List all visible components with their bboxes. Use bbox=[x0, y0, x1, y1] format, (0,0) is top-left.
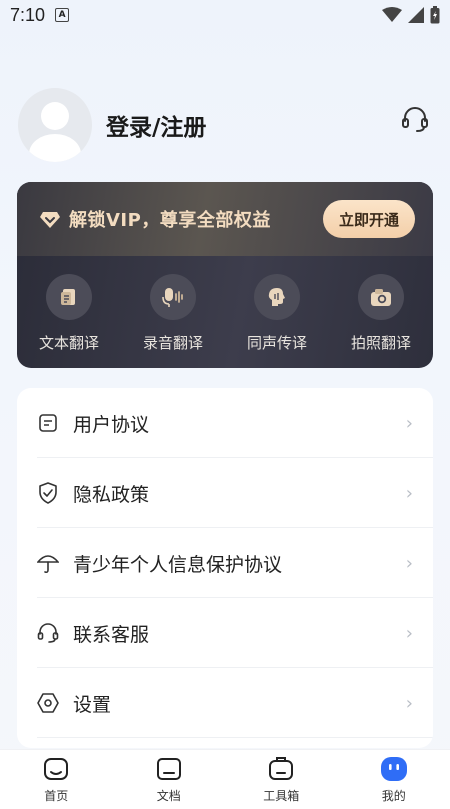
diamond-icon bbox=[40, 212, 60, 228]
feature-photo-translate[interactable]: 拍照翻译 bbox=[336, 274, 426, 353]
toolbox-icon bbox=[269, 757, 294, 780]
shield-check-icon bbox=[37, 482, 59, 504]
document-icon bbox=[156, 758, 181, 780]
profile-row[interactable]: 登录/注册 bbox=[18, 88, 206, 162]
nav-home[interactable]: 首页 bbox=[16, 755, 96, 804]
menu-item-label: 用户协议 bbox=[73, 413, 150, 436]
settings-menu: 用户协议 › 隐私政策 › 青少年个人信息保护协议 › 联系客服 › 设置 › bbox=[17, 388, 433, 748]
feature-simultaneous-interpret[interactable]: 同声传译 bbox=[232, 274, 322, 353]
camera-icon bbox=[358, 274, 404, 320]
feature-label: 录音翻译 bbox=[142, 334, 203, 352]
headset-icon bbox=[37, 622, 59, 644]
nav-label: 文档 bbox=[156, 789, 181, 803]
feature-text-translate[interactable]: 文本翻译 bbox=[24, 274, 114, 353]
menu-item-settings[interactable]: 设置 › bbox=[17, 668, 433, 738]
nav-toolbox[interactable]: 工具箱 bbox=[241, 755, 321, 804]
avatar-head bbox=[41, 102, 69, 130]
menu-item-label: 隐私政策 bbox=[73, 483, 150, 506]
nav-documents[interactable]: 文档 bbox=[129, 755, 209, 804]
open-vip-button[interactable]: 立即开通 bbox=[323, 200, 415, 238]
feature-record-translate[interactable]: 录音翻译 bbox=[128, 274, 218, 353]
feature-label: 同声传译 bbox=[246, 334, 307, 352]
menu-item-user-agreement[interactable]: 用户协议 › bbox=[17, 388, 433, 458]
avatar-body bbox=[29, 134, 81, 162]
bottom-nav: 首页 文档 工具箱 我的 bbox=[0, 749, 450, 809]
menu-item-label: 联系客服 bbox=[73, 623, 150, 646]
chevron-right-icon: › bbox=[405, 622, 413, 644]
nav-label: 工具箱 bbox=[263, 789, 300, 803]
headset-icon[interactable] bbox=[400, 104, 430, 134]
vip-banner[interactable]: 解锁VIP，尊享全部权益 立即开通 bbox=[17, 182, 433, 256]
menu-item-label: 设置 bbox=[73, 693, 112, 716]
status-bar: 7:10 A bbox=[0, 0, 450, 30]
menu-item-youth-privacy[interactable]: 青少年个人信息保护协议 › bbox=[17, 528, 433, 598]
feature-label: 拍照翻译 bbox=[350, 334, 411, 352]
wifi-icon bbox=[382, 7, 402, 22]
signal-icon bbox=[408, 7, 424, 23]
agreement-icon bbox=[37, 412, 59, 434]
nav-label: 首页 bbox=[44, 789, 69, 803]
chevron-right-icon: › bbox=[405, 482, 413, 504]
nav-mine[interactable]: 我的 bbox=[354, 755, 434, 804]
menu-item-contact-support[interactable]: 联系客服 › bbox=[17, 598, 433, 668]
settings-hex-icon bbox=[37, 692, 59, 714]
avatar[interactable] bbox=[18, 88, 92, 162]
umbrella-icon bbox=[37, 552, 59, 574]
vip-title: 解锁VIP，尊享全部权益 bbox=[69, 210, 271, 231]
profile-face-icon bbox=[380, 757, 407, 781]
a-notification-icon: A bbox=[55, 8, 70, 22]
nav-label: 我的 bbox=[381, 789, 406, 803]
feature-label: 文本翻译 bbox=[38, 334, 99, 352]
menu-item-privacy-policy[interactable]: 隐私政策 › bbox=[17, 458, 433, 528]
menu-item-label: 青少年个人信息保护协议 bbox=[73, 553, 283, 576]
vip-features: 文本翻译 录音翻译 同声传译 拍照翻译 bbox=[17, 256, 433, 353]
status-icons bbox=[382, 6, 440, 24]
login-register-link[interactable]: 登录/注册 bbox=[106, 108, 206, 142]
chevron-right-icon: › bbox=[405, 552, 413, 574]
document-translate-icon bbox=[46, 274, 92, 320]
vip-card: 解锁VIP，尊享全部权益 立即开通 文本翻译 录音翻译 同声传译 拍照翻译 bbox=[17, 182, 433, 368]
speaking-head-icon bbox=[254, 274, 300, 320]
battery-icon bbox=[430, 6, 440, 24]
microphone-icon bbox=[150, 274, 196, 320]
chevron-right-icon: › bbox=[405, 692, 413, 714]
home-icon bbox=[44, 758, 69, 780]
status-time: 7:10 bbox=[10, 4, 46, 25]
chevron-right-icon: › bbox=[405, 412, 413, 434]
